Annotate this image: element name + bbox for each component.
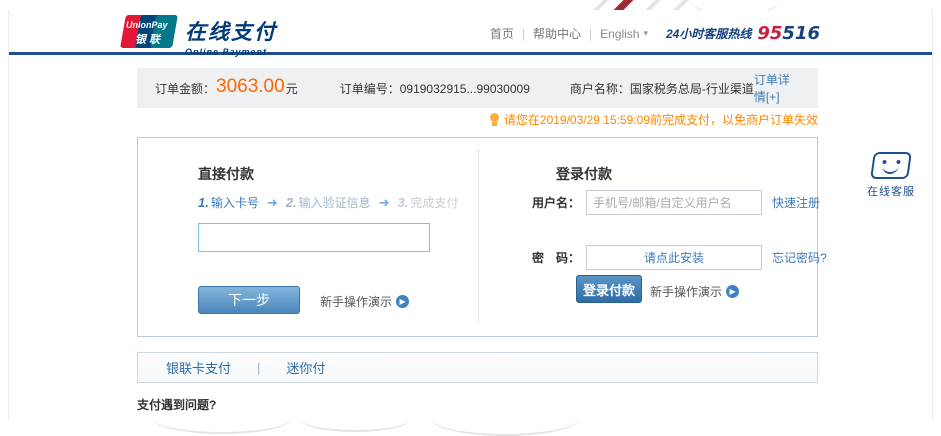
direct-pay-demo-link[interactable]: 新手操作演示 ▶ (320, 293, 409, 310)
next-step-button[interactable]: 下一步 (198, 286, 300, 314)
nav-separator: | (522, 27, 525, 41)
username-row: 用户名： 快速注册 (532, 190, 820, 215)
brand-name: UnionPay (126, 20, 168, 30)
merchant-label: 商户名称： (570, 82, 630, 96)
quick-register-link[interactable]: 快速注册 (772, 194, 820, 211)
order-number-label: 订单编号： (340, 82, 400, 96)
panel-divider (478, 150, 479, 324)
order-amount: 订单金额：3063.00元 (155, 77, 298, 99)
payment-method-tabs: 银联卡支付 | 迷你付 (137, 352, 818, 383)
demo-link-label: 新手操作演示 (650, 283, 722, 300)
play-demo-icon: ▶ (396, 295, 409, 308)
step-complete-payment: 3.完成支付 (398, 194, 459, 211)
order-number: 订单编号：0919032915...99030009 (340, 80, 530, 97)
login-pay-demo-link[interactable]: 新手操作演示 ▶ (650, 283, 739, 300)
arrow-right-icon: ➜ (267, 195, 278, 211)
tab-mini-pay[interactable]: 迷你付 (286, 358, 325, 377)
brand-name-cn: 银联 (135, 31, 163, 47)
direct-pay-title: 直接付款 (198, 164, 254, 184)
merchant-name: 商户名称：国家税务总局-行业渠道 (570, 80, 754, 97)
header-nav: 首页 | 帮助中心 | English ▾ 24小时客服热线 95516 (490, 23, 820, 44)
password-label: 密 码： (532, 249, 580, 266)
step-enter-card: 1.输入卡号 (198, 194, 259, 211)
login-pay-title: 登录付款 (556, 164, 612, 184)
payment-panel: 直接付款 1.输入卡号 ➜ 2.输入验证信息 ➜ 3.完成支付 下一步 新手操作… (137, 137, 818, 337)
username-input[interactable] (586, 190, 762, 215)
logo-text: 在线支付 Online Payment (185, 16, 277, 57)
payment-problem-link[interactable]: 支付遇到问题? (137, 396, 216, 413)
install-control-link[interactable]: 请点此安装 (644, 249, 704, 266)
arrow-right-icon: ➜ (379, 195, 390, 211)
product-title: 在线支付 (185, 16, 277, 46)
product-subtitle: Online Payment (185, 47, 277, 57)
step-verify-info: 2.输入验证信息 (286, 194, 371, 211)
forgot-password-link[interactable]: 忘记密码? (772, 249, 827, 266)
nav-home-link[interactable]: 首页 (490, 25, 514, 42)
password-field[interactable]: 请点此安装 (586, 245, 762, 270)
order-number-value: 0919032915...99030009 (400, 82, 530, 96)
hotline-label: 24小时客服热线 (666, 25, 751, 42)
hotline-number: 95516 (757, 23, 820, 44)
tab-unionpay-card[interactable]: 银联卡支付 (166, 358, 231, 377)
merchant-value: 国家税务总局-行业渠道 (630, 82, 754, 96)
bulb-icon (490, 113, 499, 126)
tab-separator: | (257, 360, 260, 375)
smiley-face-icon (870, 152, 912, 179)
play-demo-icon: ▶ (726, 285, 739, 298)
chevron-down-icon: ▾ (643, 28, 648, 39)
order-amount-value: 3063.00 (216, 76, 285, 97)
unionpay-logo[interactable]: UnionPay 银联 在线支付 Online Payment (121, 15, 277, 57)
unionpay-emblem-icon: UnionPay 银联 (121, 15, 177, 48)
notice-text: 请您在2019/03/29 15:59:09前完成支付，以免商户订单失效 (504, 111, 818, 128)
header: UnionPay 银联 在线支付 Online Payment 首页 | 帮助中… (9, 10, 932, 55)
nav-help-link[interactable]: 帮助中心 (533, 25, 581, 42)
username-label: 用户名： (532, 194, 580, 211)
card-number-input[interactable] (198, 223, 430, 252)
support-label: 在线客服 (867, 183, 915, 199)
login-pay-button[interactable]: 登录付款 (576, 275, 642, 303)
language-label: English (600, 27, 639, 41)
nav-separator: | (589, 27, 592, 41)
order-details-link[interactable]: 订单详情[+] (754, 71, 800, 105)
password-row: 密 码： 请点此安装 忘记密码? (532, 245, 827, 270)
payment-deadline-notice: 请您在2019/03/29 15:59:09前完成支付，以免商户订单失效 (490, 111, 818, 128)
language-dropdown[interactable]: English ▾ (600, 27, 648, 41)
direct-pay-steps: 1.输入卡号 ➜ 2.输入验证信息 ➜ 3.完成支付 (198, 194, 458, 211)
order-amount-label: 订单金额： (155, 82, 215, 96)
online-support-widget[interactable]: 在线客服 (867, 152, 915, 199)
demo-link-label: 新手操作演示 (320, 293, 392, 310)
order-summary-bar: 订单金额：3063.00元 订单编号：0919032915...99030009… (137, 68, 818, 108)
order-amount-unit: 元 (286, 82, 298, 96)
